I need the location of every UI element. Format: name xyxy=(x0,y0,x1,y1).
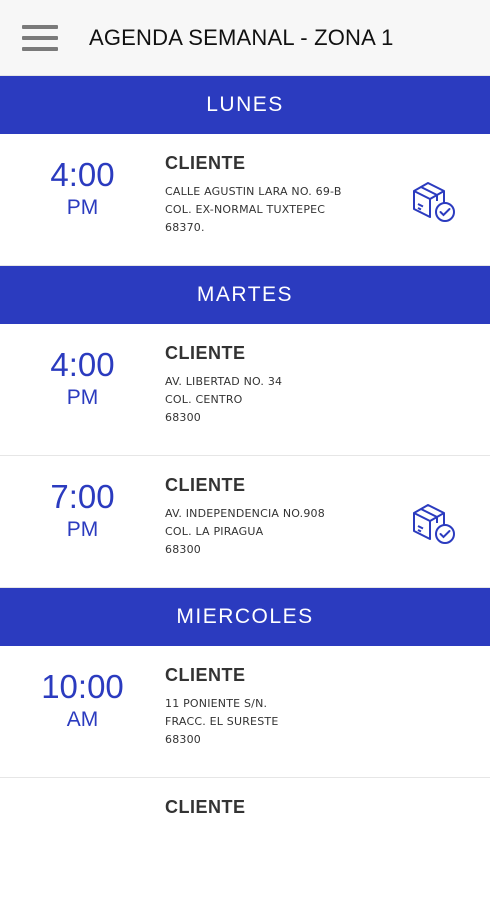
address-line: COL. EX-NORMAL TUXTEPEC xyxy=(165,203,326,216)
address-line: AV. INDEPENDENCIA NO.908 xyxy=(165,507,325,520)
appointment-item[interactable]: 4:00 PM CLIENTE CALLE AGUSTIN LARA NO. 6… xyxy=(0,134,490,266)
appointment-info: CLIENTE CALLE AGUSTIN LARA NO. 69-B COL.… xyxy=(165,134,342,237)
client-name: CLIENTE xyxy=(165,797,246,817)
appointment-time: 4:00 PM xyxy=(0,324,165,408)
appointment-info: CLIENTE xyxy=(165,778,246,827)
time-ampm: AM xyxy=(66,708,99,731)
appointment-time xyxy=(0,778,165,802)
address-line: 68300 xyxy=(165,543,201,556)
time-hour: 7:00 xyxy=(50,478,115,515)
time-ampm: PM xyxy=(66,518,99,541)
address-line: 68370. xyxy=(165,221,205,234)
time-ampm: PM xyxy=(66,196,99,219)
client-name: CLIENTE xyxy=(165,665,246,685)
appointment-info: CLIENTE AV. INDEPENDENCIA NO.908 COL. LA… xyxy=(165,456,325,559)
appointment-time: 7:00 PM xyxy=(0,456,165,540)
appointment-item[interactable]: 7:00 PM CLIENTE AV. INDEPENDENCIA NO.908… xyxy=(0,456,490,588)
client-name: CLIENTE xyxy=(165,343,246,363)
client-name: CLIENTE xyxy=(165,475,246,495)
appointment-time: 4:00 PM xyxy=(0,134,165,218)
day-header-miercoles: MIERCOLES xyxy=(0,588,490,646)
address-line: CALLE AGUSTIN LARA NO. 69-B xyxy=(165,185,342,198)
hamburger-menu-icon[interactable] xyxy=(22,24,58,51)
day-header-lunes: LUNES xyxy=(0,76,490,134)
appointment-info: CLIENTE 11 PONIENTE S/N. FRACC. EL SURES… xyxy=(165,646,278,749)
time-hour: 10:00 xyxy=(41,668,124,705)
address-line: FRACC. EL SURESTE xyxy=(165,715,279,728)
address-line: 68300 xyxy=(165,411,201,424)
appointment-info: CLIENTE AV. LIBERTAD NO. 34 COL. CENTRO … xyxy=(165,324,282,427)
time-hour: 4:00 xyxy=(50,156,115,193)
package-delivered-icon[interactable] xyxy=(410,499,456,545)
address-line: COL. LA PIRAGUA xyxy=(165,525,264,538)
address-line: 11 PONIENTE S/N. xyxy=(165,697,268,710)
day-header-martes: MARTES xyxy=(0,266,490,324)
time-hour: 4:00 xyxy=(50,346,115,383)
package-delivered-icon[interactable] xyxy=(410,177,456,223)
address-line: AV. LIBERTAD NO. 34 xyxy=(165,375,283,388)
client-name: CLIENTE xyxy=(165,153,246,173)
address-line: 68300 xyxy=(165,733,201,746)
appointment-item[interactable]: 4:00 PM CLIENTE AV. LIBERTAD NO. 34 COL.… xyxy=(0,324,490,456)
appointment-item-partial[interactable]: CLIENTE xyxy=(0,778,490,910)
appointment-item[interactable]: 10:00 AM CLIENTE 11 PONIENTE S/N. FRACC.… xyxy=(0,646,490,778)
time-ampm: PM xyxy=(66,386,99,409)
top-app-bar: AGENDA SEMANAL - ZONA 1 xyxy=(0,0,490,76)
appointment-time: 10:00 AM xyxy=(0,646,165,730)
page-title: AGENDA SEMANAL - ZONA 1 xyxy=(89,24,394,50)
address-line: COL. CENTRO xyxy=(165,393,243,406)
